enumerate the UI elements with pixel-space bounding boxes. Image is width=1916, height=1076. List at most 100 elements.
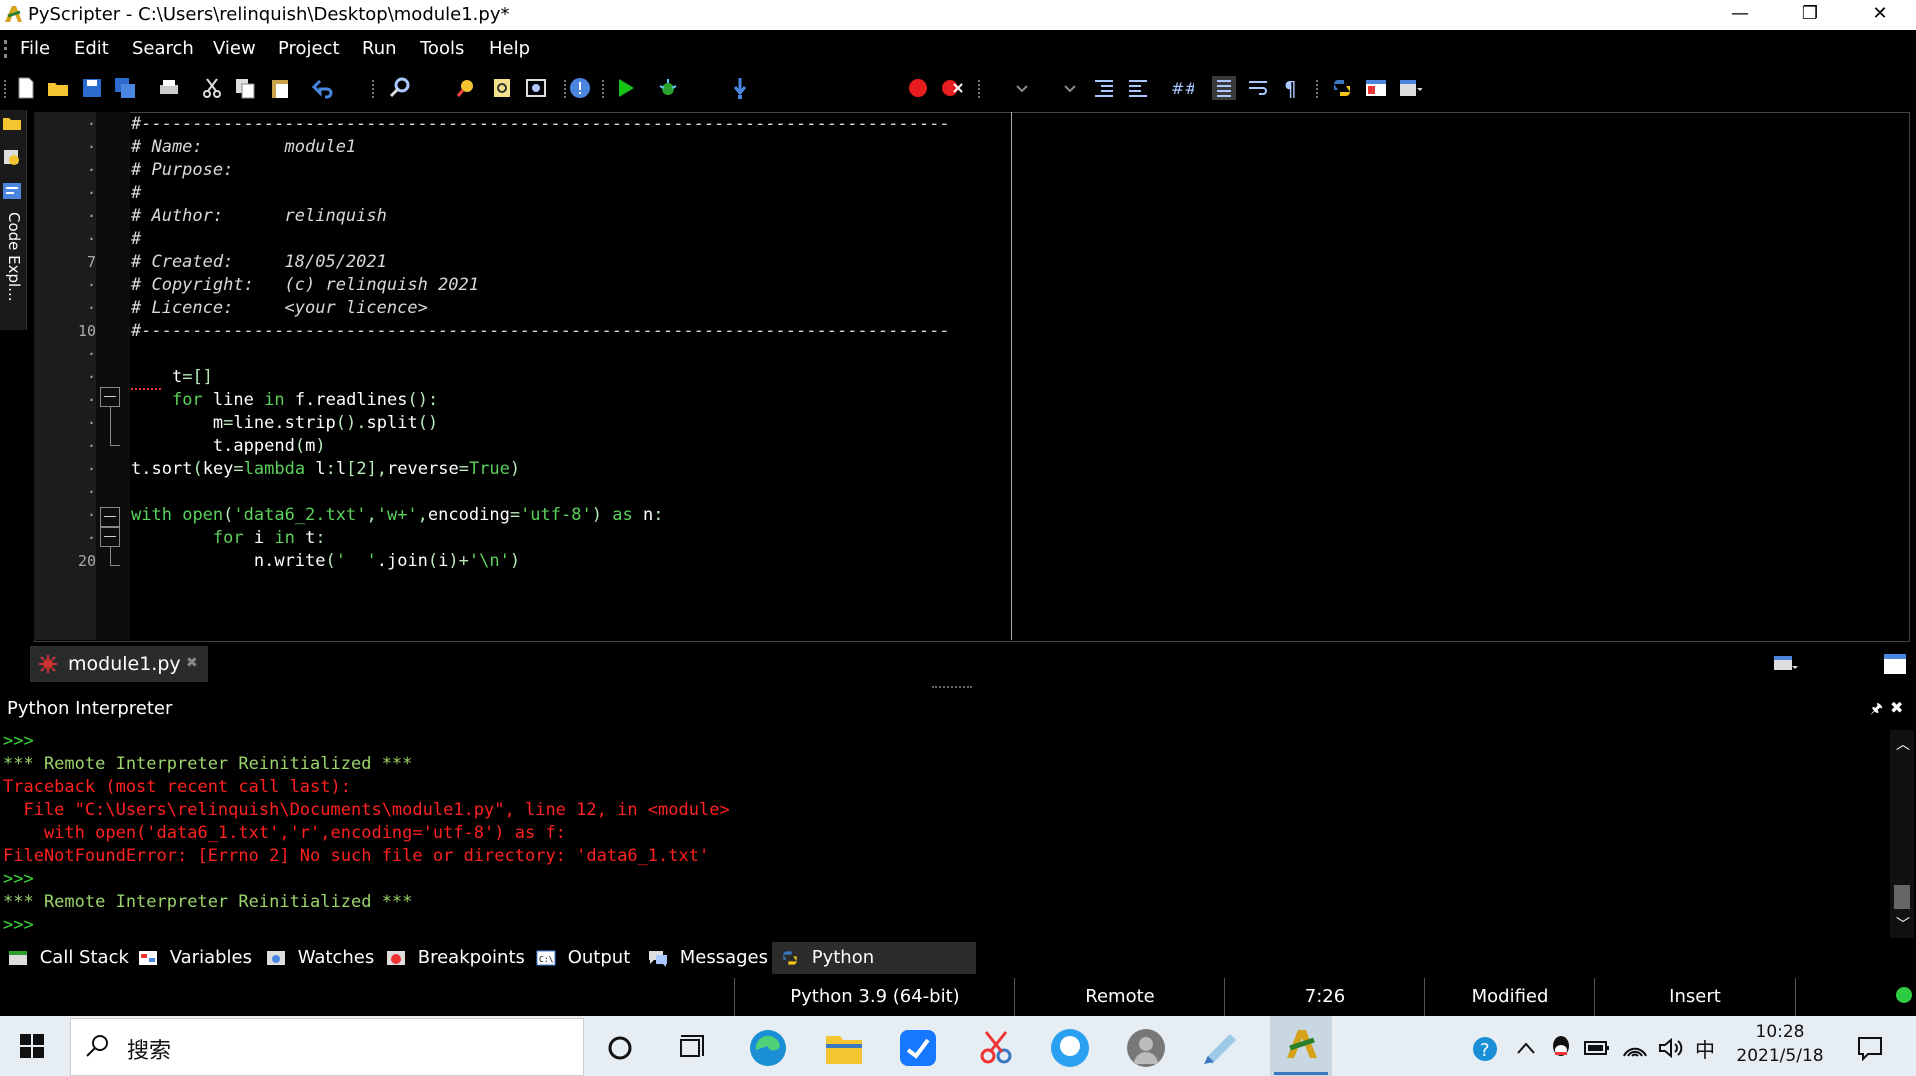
messaging-app-icon[interactable] — [1048, 1026, 1092, 1070]
windows-start-icon[interactable] — [20, 1034, 44, 1058]
dropdown-arrow-icon[interactable] — [1058, 76, 1082, 100]
code-explorer-label[interactable]: Code Expl... — [0, 212, 26, 322]
console-scrollbar[interactable]: ︿ ﹀ — [1890, 730, 1914, 938]
comment-line[interactable]: #---------------------------------------… — [131, 320, 950, 343]
indent-icon[interactable] — [1092, 76, 1116, 100]
minimize-button[interactable]: — — [1706, 0, 1774, 30]
dedent-icon[interactable] — [1126, 76, 1150, 100]
find-icon[interactable] — [388, 76, 412, 100]
code-lines[interactable]: #---------------------------------------… — [131, 113, 950, 573]
menu-help[interactable]: Help — [489, 38, 530, 60]
comment-toggle-icon[interactable]: ## — [1170, 76, 1194, 100]
taskbar-search-box[interactable]: 搜索 — [70, 1018, 584, 1076]
syntax-check-icon[interactable] — [568, 76, 592, 100]
code-line[interactable]: n.write(' '.join(i)+'\n') — [131, 550, 950, 573]
comment-line[interactable]: # Copyright: (c) relinquish 2021 — [131, 274, 950, 297]
help-icon[interactable]: ? — [1472, 1036, 1498, 1062]
notepad-icon[interactable] — [1200, 1028, 1240, 1068]
wifi-icon[interactable] — [1622, 1036, 1648, 1060]
pin-icon[interactable]: 🖈 — [1870, 698, 1883, 722]
chevron-up-icon[interactable] — [1516, 1040, 1536, 1056]
user-app-icon[interactable] — [1124, 1026, 1168, 1070]
line-numbers-toggle-icon[interactable] — [1212, 76, 1236, 100]
save-all-icon[interactable] — [113, 76, 137, 100]
tab-close-icon[interactable]: ✖ — [186, 655, 198, 671]
comment-line[interactable]: # — [131, 228, 950, 251]
comment-line[interactable]: #---------------------------------------… — [131, 113, 950, 136]
tab-variables[interactable]: Variables — [138, 942, 252, 974]
new-file-icon[interactable] — [14, 76, 38, 100]
clear-breakpoints-icon[interactable] — [940, 76, 964, 100]
volume-icon[interactable] — [1658, 1036, 1684, 1060]
replace-icon[interactable] — [490, 76, 514, 100]
tab-output[interactable]: C:\ Output — [536, 942, 630, 974]
print-icon[interactable] — [157, 76, 181, 100]
code-line[interactable]: t=[] — [131, 366, 950, 389]
comment-line[interactable]: # Name: module1 — [131, 136, 950, 159]
scroll-thumb[interactable] — [1894, 885, 1910, 909]
input-method-indicator[interactable]: 中 — [1695, 1034, 1715, 1063]
layout-icon[interactable] — [1364, 76, 1388, 100]
tab-messages[interactable]: Messages — [648, 942, 768, 974]
find-in-files-icon[interactable] — [455, 76, 479, 100]
close-window-button[interactable]: ✕ — [1846, 0, 1914, 30]
menu-edit[interactable]: Edit — [74, 38, 109, 60]
window-layout-icon[interactable] — [1398, 76, 1422, 100]
comment-line[interactable]: # Licence: <your licence> — [131, 297, 950, 320]
save-icon[interactable] — [80, 76, 104, 100]
menu-view[interactable]: View — [213, 38, 256, 60]
scroll-down-icon[interactable]: ﹀ — [1896, 914, 1910, 934]
dingtalk-icon[interactable] — [898, 1028, 938, 1068]
folder-icon[interactable] — [2, 114, 22, 132]
fold-toggle[interactable] — [100, 507, 120, 527]
file-explorer-icon[interactable] — [824, 1030, 864, 1066]
menu-run[interactable]: Run — [362, 38, 397, 60]
code-explorer-dock[interactable]: Code Expl... — [0, 110, 27, 330]
menu-file[interactable]: File — [20, 38, 50, 60]
taskbar-clock[interactable]: 10:28 2021/5/18 — [1730, 1020, 1830, 1068]
debug-icon[interactable] — [656, 76, 680, 100]
word-wrap-icon[interactable] — [1246, 76, 1270, 100]
code-line[interactable] — [131, 343, 950, 366]
fold-toggle[interactable] — [100, 527, 120, 547]
code-line[interactable]: with open('data6_2.txt','w+',encoding='u… — [131, 504, 950, 527]
close-panel-icon[interactable]: ✖ — [1890, 698, 1903, 717]
interpreter-console[interactable]: >>> *** Remote Interpreter Reinitialized … — [0, 730, 1890, 938]
open-folder-icon[interactable] — [46, 76, 70, 100]
qq-icon[interactable] — [1550, 1034, 1572, 1060]
task-view-icon[interactable] — [678, 1034, 706, 1062]
toggle-breakpoint-icon[interactable] — [906, 76, 930, 100]
snipping-tool-icon[interactable] — [976, 1028, 1016, 1068]
menu-search[interactable]: Search — [132, 38, 194, 60]
comment-line[interactable]: # Purpose: — [131, 159, 950, 182]
tab-call-stack[interactable]: Call Stack — [8, 942, 129, 974]
comment-line[interactable]: # Author: relinquish — [131, 205, 950, 228]
copy-icon[interactable] — [233, 76, 257, 100]
goto-line-icon[interactable] — [524, 76, 548, 100]
file-explorer-icon[interactable] — [2, 148, 22, 166]
run-icon[interactable] — [614, 76, 638, 100]
paste-icon[interactable] — [268, 76, 292, 100]
tab-module1[interactable]: module1.py ✖ — [30, 646, 208, 682]
new-window-icon[interactable] — [1882, 652, 1908, 676]
undo-icon[interactable] — [311, 76, 335, 100]
cut-icon[interactable] — [200, 76, 224, 100]
tab-breakpoints[interactable]: Breakpoints — [386, 942, 525, 974]
tab-watches[interactable]: Watches — [266, 942, 374, 974]
dropdown-arrow-icon[interactable] — [1010, 76, 1034, 100]
edge-browser-icon[interactable] — [748, 1028, 788, 1068]
cortana-icon[interactable] — [606, 1034, 634, 1062]
code-line[interactable]: for line in f.readlines(): — [131, 389, 950, 412]
comment-line[interactable]: # — [131, 182, 950, 205]
code-line[interactable]: t.append(m) — [131, 435, 950, 458]
show-special-chars-icon[interactable]: ¶ — [1280, 76, 1304, 100]
notification-center-icon[interactable] — [1856, 1034, 1884, 1062]
menu-project[interactable]: Project — [278, 38, 340, 60]
scroll-up-icon[interactable]: ︿ — [1896, 734, 1910, 754]
code-line[interactable]: t.sort(key=lambda l:l[2],reverse=True) — [131, 458, 950, 481]
menu-tools[interactable]: Tools — [420, 38, 464, 60]
code-line[interactable]: for i in t: — [131, 527, 950, 550]
code-line[interactable] — [131, 481, 950, 504]
fold-toggle[interactable] — [100, 387, 120, 407]
maximize-button[interactable]: ❐ — [1776, 0, 1844, 30]
